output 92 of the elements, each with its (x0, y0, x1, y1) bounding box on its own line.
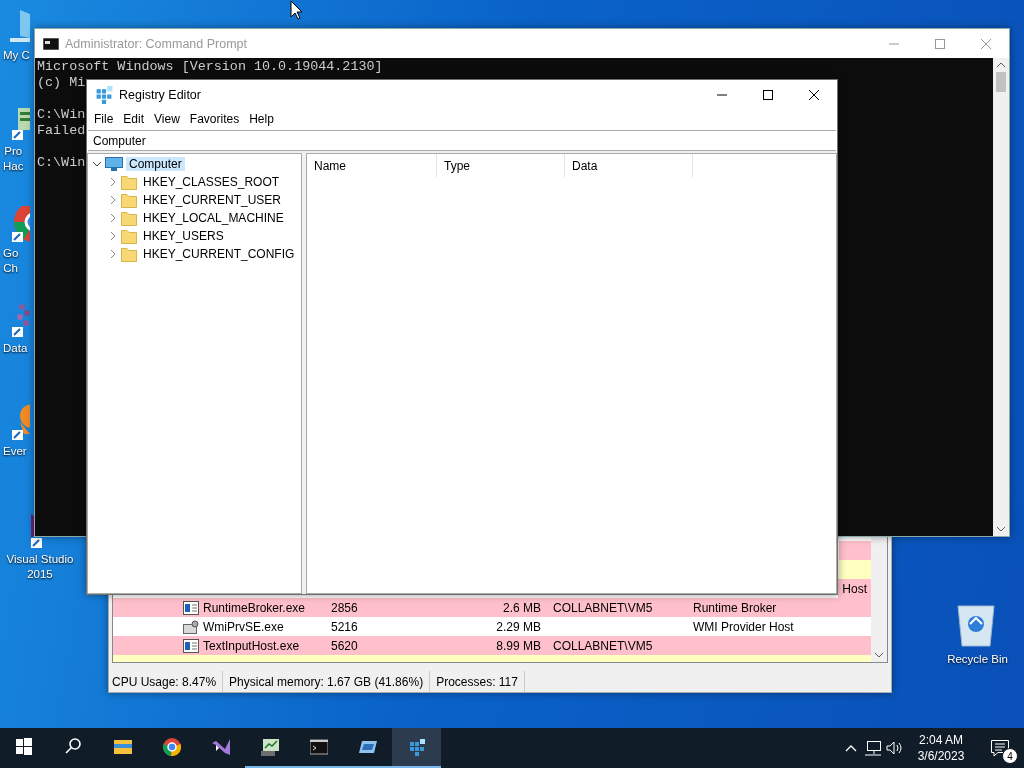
column-header[interactable]: Name (314, 158, 346, 173)
process-row[interactable]: TextInputHost.exe 5620 8.99 MB COLLABNET\VM5 (113, 636, 871, 655)
folder-icon (121, 174, 137, 190)
pid: 5216 (331, 619, 359, 634)
expand-icon[interactable] (108, 213, 118, 223)
expand-icon[interactable] (108, 177, 118, 187)
gear-window-icon (183, 619, 199, 634)
desktop-icon-label[interactable]: Visual Studio 2015 (6, 552, 74, 582)
window-icon (358, 738, 377, 756)
caret-up-icon[interactable] (845, 744, 857, 752)
memory-value: 2.6 MB (503, 600, 541, 615)
status-text: Processes: 117 (436, 671, 525, 692)
desktop-icon-label[interactable]: My C (0, 48, 30, 63)
app-shortcut-icon (12, 404, 30, 440)
start-icon (15, 738, 34, 756)
menu-item[interactable]: View (149, 112, 185, 126)
description: Runtime Broker (693, 600, 778, 615)
user-name: COLLABNET\VM5 (553, 638, 654, 653)
scrollbar[interactable] (993, 58, 1009, 536)
expand-icon[interactable] (108, 195, 118, 205)
status-text: Physical memory: 1.67 GB (41.86%) (229, 671, 431, 692)
folder-icon (121, 210, 137, 226)
desktop-icon-label[interactable]: Ever (0, 444, 27, 459)
registry-icon (95, 85, 113, 104)
close-icon (809, 89, 819, 100)
computer-icon (105, 157, 123, 171)
tree-item[interactable]: HKEY_CURRENT_CONFIG (140, 247, 298, 261)
tree-item[interactable]: HKEY_USERS (140, 229, 227, 243)
pid: 5620 (331, 638, 359, 653)
pid: 2856 (331, 600, 359, 615)
address-field[interactable]: Computer (88, 130, 836, 151)
registry-icon (407, 738, 426, 756)
process-name: TextInputHost.exe (203, 638, 300, 653)
folder-icon (113, 738, 132, 756)
desktop-icon-label[interactable]: Go Ch (0, 246, 19, 276)
studio-icon (211, 738, 230, 756)
memory-value: 2.29 MB (496, 619, 541, 634)
description: WMI Provider Host (693, 619, 795, 634)
scroll-thumb[interactable] (996, 72, 1006, 92)
folder-icon (121, 246, 137, 262)
folder-icon (121, 228, 137, 244)
network-icon[interactable] (864, 740, 882, 756)
tree-item[interactable]: HKEY_CURRENT_USER (140, 193, 285, 207)
column-header[interactable]: Type (444, 158, 470, 173)
clock[interactable]: 2:04 AM 3/6/2023 (906, 732, 976, 764)
menu-item[interactable]: Help (244, 112, 279, 126)
tree-item[interactable]: Computer (126, 157, 185, 171)
tree-item[interactable]: HKEY_CLASSES_ROOT (140, 175, 283, 189)
process-row[interactable]: Host (838, 579, 871, 598)
window-icon (183, 600, 199, 615)
console-line: C:\Win (37, 107, 86, 123)
status-text: CPU Usage: 8.47% (112, 671, 224, 692)
volume-icon[interactable] (886, 740, 904, 756)
maximize-icon (763, 89, 773, 100)
desktop-icon-label[interactable]: Recycle Bin (944, 652, 1008, 667)
app-shortcut-icon (12, 108, 30, 140)
browser-icon (162, 738, 181, 756)
notifications-button[interactable]: 4 (976, 728, 1024, 768)
window-title: Administrator: Command Prompt (65, 36, 247, 51)
monitor-chart-icon (260, 738, 279, 756)
folder-icon (121, 192, 137, 208)
column-header[interactable]: Data (572, 158, 598, 173)
window-title: Registry Editor (119, 87, 201, 102)
console-line: C:\Win (37, 155, 86, 171)
tree-item[interactable]: HKEY_LOCAL_MACHINE (140, 211, 287, 225)
menu-item[interactable]: Edit (118, 112, 150, 126)
menu-item[interactable]: Favorites (184, 112, 245, 126)
cursor-icon (290, 0, 303, 20)
desktop-icon-label[interactable]: Pro Hac (0, 144, 24, 174)
window-icon (183, 638, 199, 653)
console-line: Microsoft Windows [Version 10.0.19044.2130] (37, 59, 383, 75)
recycle-bin-icon (956, 602, 996, 648)
memory-value: 8.99 MB (496, 638, 541, 653)
expand-icon[interactable] (108, 249, 118, 259)
menu-item[interactable]: File (89, 112, 119, 126)
user-name: COLLABNET\VM5 (553, 600, 654, 615)
scrollbar[interactable] (871, 537, 887, 663)
search-icon (64, 738, 83, 756)
console-line: Failed (37, 123, 86, 139)
close-icon (981, 38, 991, 49)
terminal-icon (43, 37, 59, 50)
process-name: RuntimeBroker.exe (203, 600, 306, 615)
collapse-icon[interactable] (92, 159, 102, 169)
desktop-icon-label[interactable]: Data (0, 341, 28, 356)
process-row[interactable]: RuntimeBroker.exe 2856 2.6 MB COLLABNET\VM5 Runtime Broker (113, 598, 871, 617)
notification-count: 4 (1002, 748, 1018, 764)
expand-icon[interactable] (108, 231, 118, 241)
terminal-icon (309, 738, 328, 756)
maximize-icon (935, 38, 945, 49)
app-shortcut-icon (12, 304, 30, 337)
process-name: WmiPrvSE.exe (203, 619, 284, 634)
console-line: (c) Mi (37, 75, 86, 91)
